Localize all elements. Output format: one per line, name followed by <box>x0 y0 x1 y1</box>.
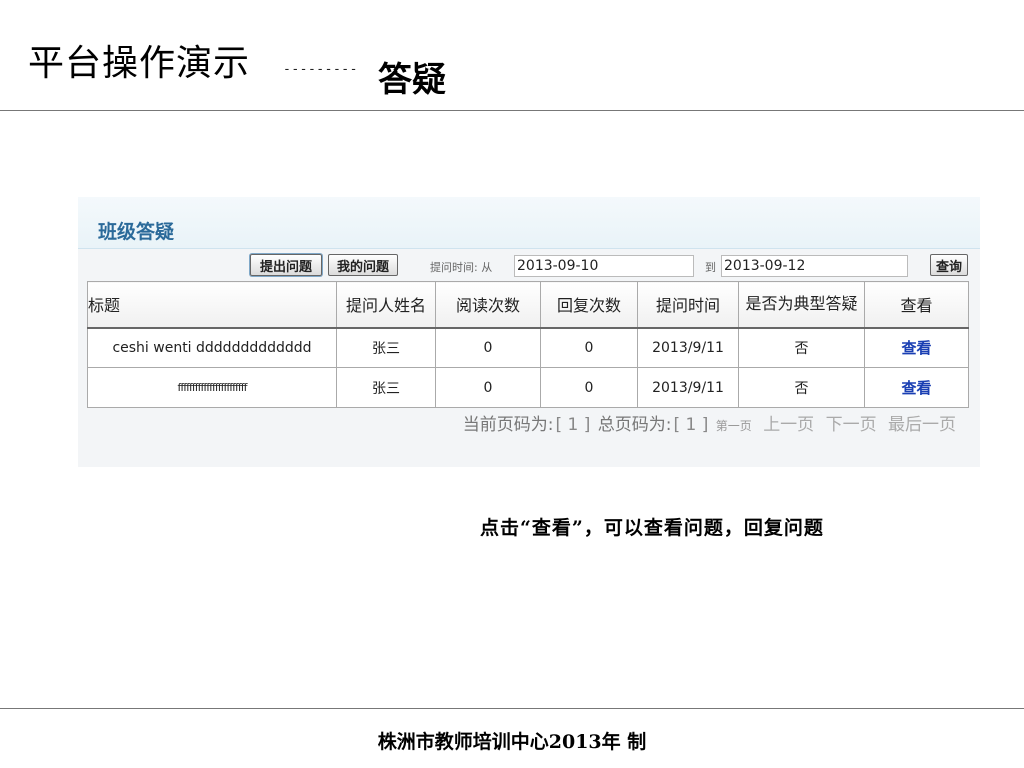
pagination: 当前页码为:[ 1 ] 总页码为:[ 1 ] 第一页 上一页 下一页 最后一页 <box>461 410 956 435</box>
table-row: ffffffffffffffffffffffff 张三 0 0 2013/9/1… <box>87 367 969 408</box>
instruction-caption: 点击“查看”，可以查看问题，回复问题 <box>480 517 824 539</box>
questions-table: 标题 提问人姓名 阅读次数 回复次数 提问时间 是否为典型答疑 查看 ceshi… <box>87 281 969 408</box>
view-link[interactable]: 查看 <box>864 367 969 408</box>
table-header-row: 标题 提问人姓名 阅读次数 回复次数 提问时间 是否为典型答疑 查看 <box>87 281 969 329</box>
date-from-label: 提问时间: 从 <box>430 261 493 274</box>
toolbar: 提出问题 我的问题 提问时间: 从 2013-09-10 到 2013-09-1… <box>78 252 980 280</box>
panel-title: 班级答疑 <box>98 221 175 243</box>
col-header-time: 提问时间 <box>637 281 739 329</box>
slide-title: 平台操作演示 <box>28 43 251 84</box>
prev-page-link[interactable]: 上一页 <box>763 415 814 435</box>
first-page-link[interactable]: 第一页 <box>716 419 752 433</box>
current-page-label: 当前页码为: <box>462 415 554 435</box>
cell-time: 2013/9/11 <box>637 327 739 368</box>
cell-asker: 张三 <box>336 327 436 368</box>
current-page-value: [ 1 ] <box>555 415 591 435</box>
total-pages-value: [ 1 ] <box>673 415 709 435</box>
slide-subtitle: 答疑 <box>378 60 446 100</box>
cell-typical: 否 <box>738 367 865 408</box>
col-header-replies: 回复次数 <box>540 281 638 329</box>
cell-title: ceshi wenti ddddddddddddd <box>87 327 337 368</box>
view-link[interactable]: 查看 <box>864 327 969 368</box>
col-header-title: 标题 <box>87 281 337 329</box>
date-from-input[interactable]: 2013-09-10 <box>514 255 694 277</box>
cell-title: ffffffffffffffffffffffff <box>87 367 337 408</box>
col-header-view: 查看 <box>864 281 969 329</box>
date-to-input[interactable]: 2013-09-12 <box>721 255 908 277</box>
next-page-link[interactable]: 下一页 <box>826 415 877 435</box>
table-row: ceshi wenti ddddddddddddd 张三 0 0 2013/9/… <box>87 327 969 368</box>
cell-replies: 0 <box>540 327 638 368</box>
date-to-label: 到 <box>705 261 716 274</box>
ask-question-button[interactable]: 提出问题 <box>250 254 322 276</box>
qa-screenshot-panel: 班级答疑 提出问题 我的问题 提问时间: 从 2013-09-10 到 2013… <box>78 197 980 467</box>
header-divider <box>0 110 1024 111</box>
cell-typical: 否 <box>738 327 865 368</box>
search-button[interactable]: 查询 <box>930 254 968 276</box>
col-header-typical: 是否为典型答疑 <box>738 281 865 329</box>
title-separator: --------- <box>283 62 358 77</box>
cell-reads: 0 <box>435 327 541 368</box>
slide-footer: 株洲市教师培训中心2013年 制 <box>377 731 647 753</box>
total-pages-label: 总页码为: <box>597 415 672 435</box>
last-page-link[interactable]: 最后一页 <box>888 415 956 435</box>
cell-time: 2013/9/11 <box>637 367 739 408</box>
col-header-reads: 阅读次数 <box>435 281 541 329</box>
panel-header: 班级答疑 <box>78 197 980 249</box>
cell-reads: 0 <box>435 367 541 408</box>
footer-divider <box>0 708 1024 709</box>
col-header-asker: 提问人姓名 <box>336 281 436 329</box>
my-questions-button[interactable]: 我的问题 <box>328 254 398 276</box>
cell-asker: 张三 <box>336 367 436 408</box>
cell-replies: 0 <box>540 367 638 408</box>
